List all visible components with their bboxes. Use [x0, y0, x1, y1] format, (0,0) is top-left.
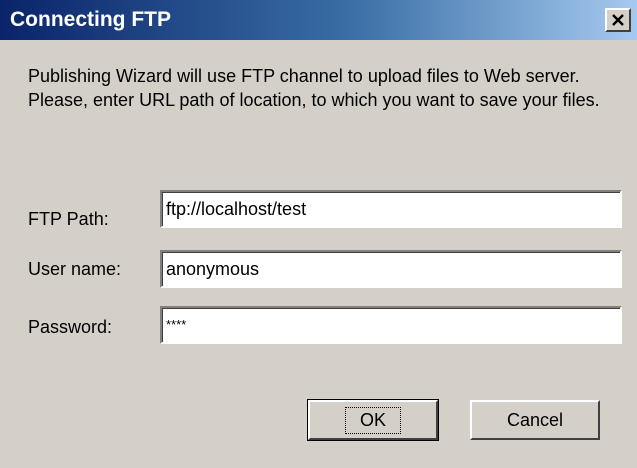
cancel-button[interactable]: Cancel — [470, 400, 600, 440]
window-title: Connecting FTP — [10, 8, 171, 31]
ok-button-label: OK — [344, 406, 401, 434]
ftp-path-input[interactable] — [160, 190, 622, 228]
close-icon — [611, 13, 625, 27]
close-button[interactable] — [605, 8, 631, 32]
password-input[interactable] — [160, 306, 622, 344]
title-bar: Connecting FTP — [0, 0, 637, 40]
password-label: Password: — [28, 317, 113, 337]
ok-button[interactable]: OK — [307, 399, 439, 441]
user-name-input[interactable] — [160, 250, 622, 288]
user-name-label: User name: — [28, 259, 122, 279]
connecting-ftp-dialog: Connecting FTP Publishing Wizard will us… — [0, 0, 637, 468]
instruction-text: Publishing Wizard will use FTP channel t… — [28, 66, 600, 110]
cancel-button-label: Cancel — [506, 409, 564, 430]
ftp-path-label: FTP Path: — [28, 209, 109, 229]
